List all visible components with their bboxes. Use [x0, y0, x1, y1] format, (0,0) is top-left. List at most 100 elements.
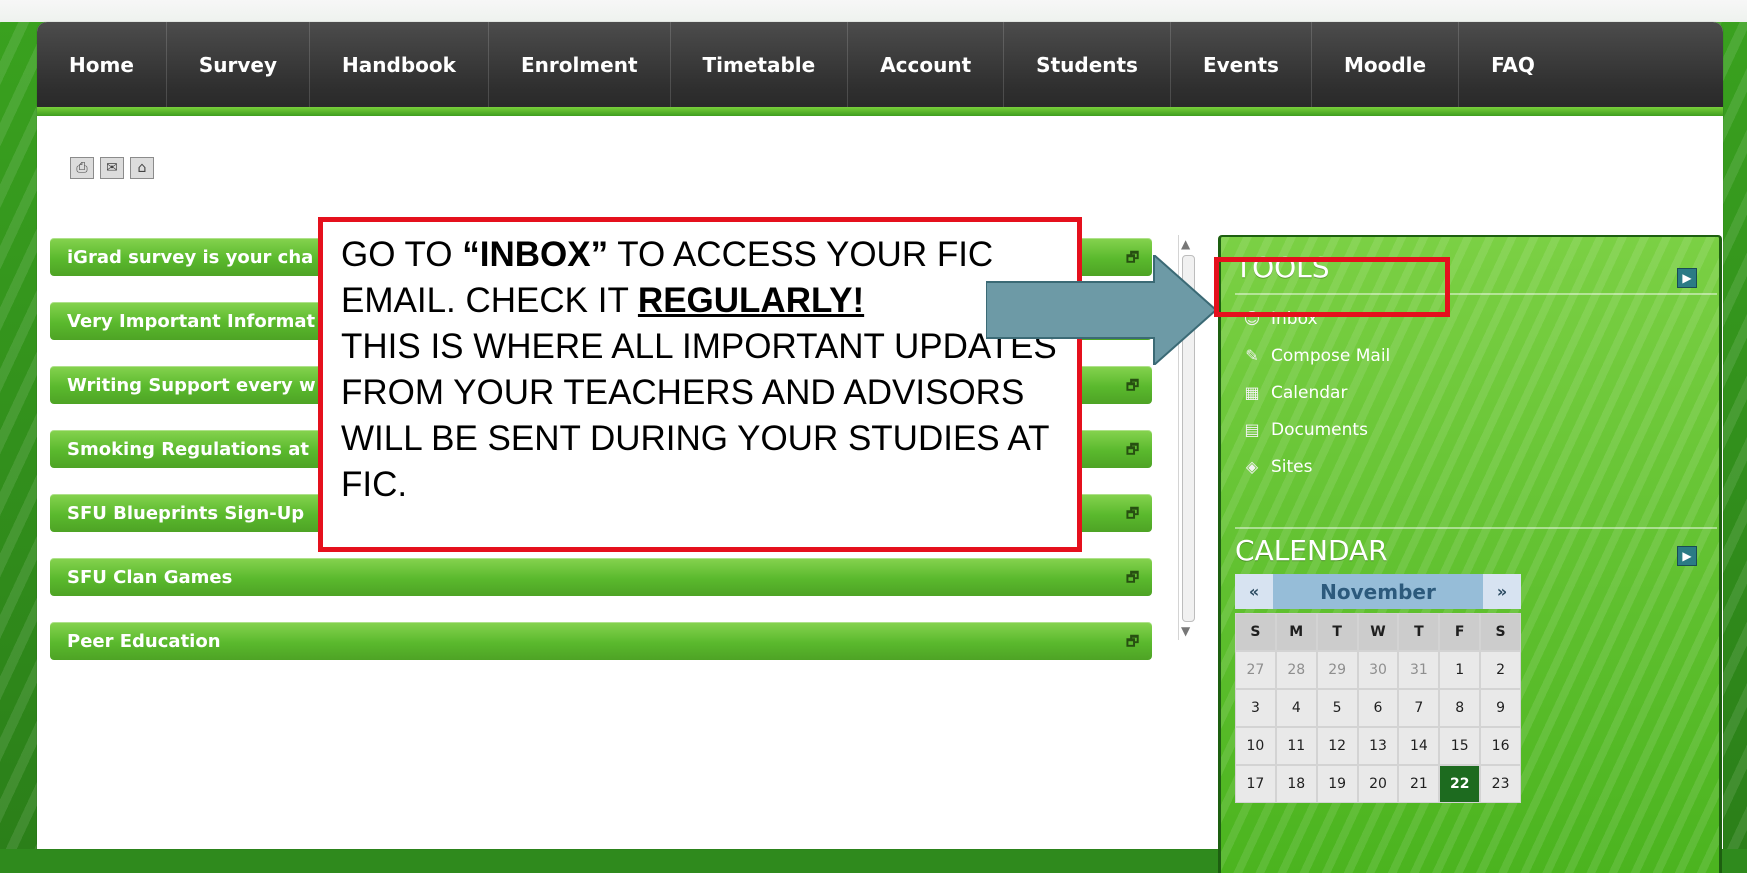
- callout-line-4: FROM YOUR TEACHERS AND ADVISORS: [341, 373, 1025, 412]
- sites-icon: ◈: [1245, 457, 1259, 476]
- window-restore-icon[interactable]: 🗗: [1126, 375, 1140, 394]
- callout-line-1: GO TO “INBOX” TO ACCESS YOUR FIC: [341, 232, 1057, 278]
- right-sidebar: TOOLS ▶ ☺ Inbox ✎ Compose Mail ▦ Calenda…: [1218, 235, 1722, 873]
- callout-text: EMAIL. CHECK IT: [341, 281, 638, 320]
- calendar-day[interactable]: 29: [1316, 651, 1358, 689]
- calendar-day[interactable]: 28: [1275, 651, 1317, 689]
- nav-item-account[interactable]: Account: [848, 22, 1005, 107]
- accordion-item[interactable]: SFU Clan Games 🗗: [50, 558, 1152, 596]
- calendar-day[interactable]: 31: [1398, 651, 1440, 689]
- tools-item-label: Compose Mail: [1271, 345, 1391, 366]
- callout-emphasis: “INBOX”: [462, 235, 609, 274]
- callout-line-5: WILL BE SENT DURING YOUR STUDIES AT: [341, 419, 1050, 458]
- calendar-day[interactable]: 14: [1398, 727, 1440, 765]
- print-icon[interactable]: ⎙: [70, 157, 94, 179]
- page-tools: ⎙ ✉ ⌂: [70, 157, 154, 179]
- calendar-weekday: M: [1275, 613, 1317, 651]
- nav-list: Home Survey Handbook Enrolment Timetable…: [37, 22, 1723, 107]
- calendar-prev-button[interactable]: «: [1235, 574, 1273, 609]
- calendar-day[interactable]: 18: [1275, 765, 1317, 803]
- pointer-arrow: [986, 255, 1216, 365]
- calendar-month-label: November: [1273, 574, 1483, 609]
- accordion-item-title: Writing Support every w: [67, 374, 316, 396]
- calendar-day[interactable]: 8: [1439, 689, 1481, 727]
- nav-item-timetable[interactable]: Timetable: [671, 22, 849, 107]
- tools-list: ☺ Inbox ✎ Compose Mail ▦ Calendar ▤ Docu…: [1243, 300, 1391, 485]
- nav-item-events[interactable]: Events: [1171, 22, 1312, 107]
- callout-line-6: FIC.: [341, 465, 408, 504]
- tools-item-label: Sites: [1271, 456, 1313, 477]
- calendar-day[interactable]: 10: [1235, 727, 1276, 765]
- calendar-day[interactable]: 19: [1316, 765, 1358, 803]
- nav-item-enrolment[interactable]: Enrolment: [489, 22, 671, 107]
- nav-item-faq[interactable]: FAQ: [1459, 22, 1567, 107]
- tools-item-documents[interactable]: ▤ Documents: [1243, 411, 1390, 448]
- calendar-day[interactable]: 17: [1235, 765, 1276, 803]
- accordion-item-title: Peer Education: [67, 630, 221, 652]
- calendar-day[interactable]: 16: [1480, 727, 1521, 765]
- calendar-day[interactable]: 27: [1235, 651, 1276, 689]
- tools-item-label: Documents: [1271, 419, 1368, 440]
- calendar-icon: ▦: [1244, 383, 1260, 402]
- calendar-day[interactable]: 13: [1357, 727, 1399, 765]
- calendar-day[interactable]: 23: [1480, 765, 1521, 803]
- tools-expand-icon[interactable]: ▶: [1677, 268, 1697, 288]
- scroll-down-icon[interactable]: ▼: [1181, 624, 1190, 638]
- window-restore-icon[interactable]: 🗗: [1126, 439, 1140, 458]
- calendar-day[interactable]: 1: [1439, 651, 1481, 689]
- tools-item-compose-mail[interactable]: ✎ Compose Mail: [1243, 337, 1390, 374]
- calendar-next-button[interactable]: »: [1483, 574, 1521, 609]
- nav-item-survey[interactable]: Survey: [167, 22, 311, 107]
- callout-text: GO TO: [341, 235, 463, 274]
- window-restore-icon[interactable]: 🗗: [1126, 631, 1140, 650]
- accordion-item-title: SFU Blueprints Sign-Up: [67, 502, 305, 524]
- calendar-weekday: W: [1357, 613, 1399, 651]
- nav-item-students[interactable]: Students: [1004, 22, 1171, 107]
- calendar-day[interactable]: 6: [1357, 689, 1399, 727]
- calendar-day-today[interactable]: 22: [1439, 765, 1481, 803]
- calendar-weekday: T: [1398, 613, 1440, 651]
- accordion-item-title: iGrad survey is your cha: [67, 246, 314, 268]
- callout-line-3: THIS IS WHERE ALL IMPORTANT UPDATES: [341, 327, 1057, 366]
- tools-item-label: Calendar: [1271, 382, 1348, 403]
- calendar-day[interactable]: 5: [1316, 689, 1358, 727]
- inbox-highlight-box: [1214, 257, 1450, 317]
- window-restore-icon[interactable]: 🗗: [1126, 567, 1140, 586]
- pointer-arrow-shape: [986, 255, 1216, 365]
- calendar-day[interactable]: 4: [1275, 689, 1317, 727]
- email-icon[interactable]: ✉: [100, 157, 124, 179]
- main-navigation: Home Survey Handbook Enrolment Timetable…: [37, 22, 1723, 116]
- calendar-day[interactable]: 21: [1398, 765, 1440, 803]
- calendar-expand-icon[interactable]: ▶: [1677, 546, 1697, 566]
- calendar-nav: « November »: [1235, 574, 1521, 609]
- tools-item-calendar[interactable]: ▦ Calendar: [1243, 374, 1390, 411]
- calendar-day[interactable]: 20: [1357, 765, 1399, 803]
- scroll-up-icon[interactable]: ▲: [1181, 237, 1190, 251]
- home-icon[interactable]: ⌂: [130, 157, 154, 179]
- compose-icon: ✎: [1245, 346, 1259, 365]
- calendar-day[interactable]: 9: [1480, 689, 1521, 727]
- nav-item-handbook[interactable]: Handbook: [310, 22, 489, 107]
- calendar-weekday: S: [1480, 613, 1521, 651]
- nav-item-home[interactable]: Home: [37, 22, 167, 107]
- calendar-day[interactable]: 3: [1235, 689, 1276, 727]
- calendar-weekday: T: [1316, 613, 1358, 651]
- calendar-heading: CALENDAR: [1235, 534, 1388, 567]
- accordion-item-title: SFU Clan Games: [67, 566, 233, 588]
- accordion-item[interactable]: Peer Education 🗗: [50, 622, 1152, 660]
- calendar-day[interactable]: 12: [1316, 727, 1358, 765]
- accordion-item-title: Smoking Regulations at: [67, 438, 309, 460]
- nav-item-moodle[interactable]: Moodle: [1312, 22, 1460, 107]
- calendar-weekday: S: [1235, 613, 1276, 651]
- window-restore-icon[interactable]: 🗗: [1126, 503, 1140, 522]
- calendar-day[interactable]: 2: [1480, 651, 1521, 689]
- tools-item-sites[interactable]: ◈ Sites: [1243, 448, 1390, 485]
- calendar-day[interactable]: 11: [1275, 727, 1317, 765]
- calendar-day[interactable]: 7: [1398, 689, 1440, 727]
- top-edge: [0, 0, 1747, 22]
- calendar-day[interactable]: 30: [1357, 651, 1399, 689]
- inbox-instruction-callout: GO TO “INBOX” TO ACCESS YOUR FIC EMAIL. …: [318, 217, 1082, 552]
- calendar-grid: S M T W T F S 27 28 29 30 31 1 2 3 4 5 6…: [1235, 613, 1521, 803]
- accordion-item-title: Very Important Informat: [67, 310, 316, 332]
- calendar-day[interactable]: 15: [1439, 727, 1481, 765]
